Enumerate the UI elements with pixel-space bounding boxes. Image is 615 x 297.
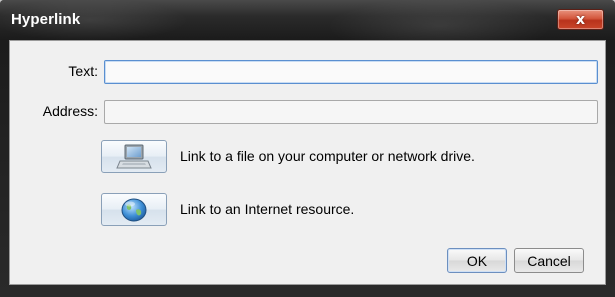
link-to-file-label: Link to a file on your computer or netwo… [180, 148, 475, 164]
title-bar[interactable]: Hyperlink x [0, 0, 615, 40]
link-to-internet-label: Link to an Internet resource. [180, 201, 355, 217]
address-label: Address: [42, 103, 98, 119]
text-label: Text: [68, 63, 98, 79]
dialog-title: Hyperlink [11, 11, 81, 28]
link-to-internet-button[interactable] [101, 193, 167, 226]
cancel-button[interactable]: Cancel [514, 248, 584, 273]
computer-icon [116, 144, 152, 168]
dialog-window: Hyperlink x Text: Address: Link to a fil… [0, 0, 615, 297]
ok-button[interactable]: OK [447, 248, 507, 273]
text-input[interactable] [104, 60, 598, 84]
address-input[interactable] [104, 100, 598, 124]
globe-icon [121, 198, 147, 221]
link-to-file-button[interactable] [101, 140, 167, 173]
dialog-body: Text: Address: Link to a file on your co… [9, 40, 606, 285]
close-icon: x [575, 11, 586, 28]
close-button[interactable]: x [557, 9, 604, 30]
